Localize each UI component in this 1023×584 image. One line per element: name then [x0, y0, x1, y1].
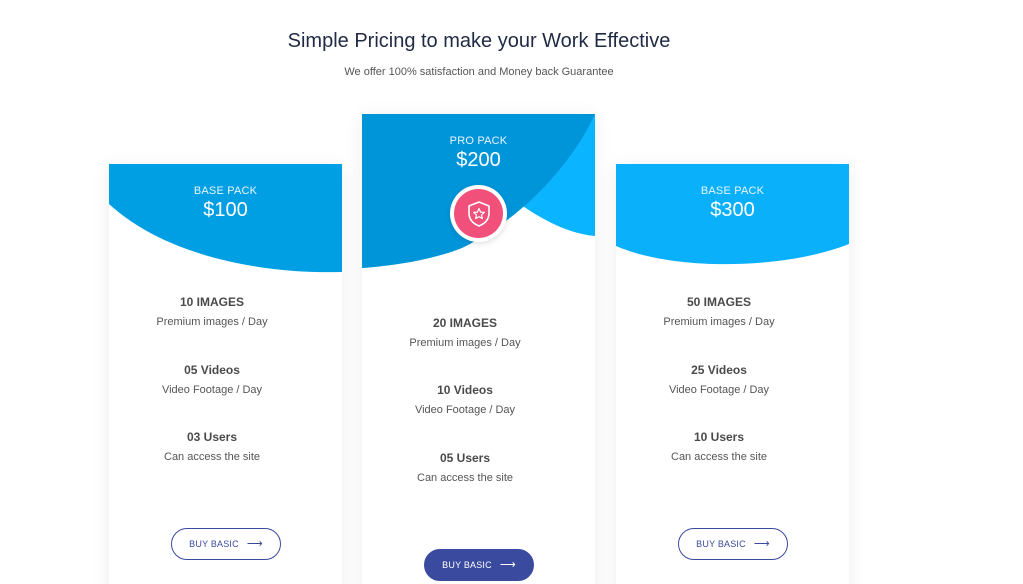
pricing-card-base-300: BASE PACK $300 50 IMAGES Premium images …: [616, 164, 849, 584]
feature-title: 10 Users: [693, 430, 745, 444]
plan-price: $200: [456, 149, 501, 171]
feature-title: 10 IMAGES: [179, 295, 245, 309]
shield-star-icon: [467, 200, 490, 227]
feature-images: 10 IMAGES Premium images / Day: [109, 295, 315, 328]
plan-price: $300: [710, 199, 755, 221]
feature-desc: Video Footage / Day: [668, 384, 770, 396]
feature-desc: Premium images / Day: [663, 316, 775, 328]
feature-images: 50 IMAGES Premium images / Day: [616, 295, 822, 328]
feature-videos: 05 Videos Video Footage / Day: [109, 363, 315, 396]
feature-desc: Premium images / Day: [156, 316, 268, 328]
plan-name: PRO PACK: [449, 135, 508, 147]
buy-button-label: BUY BASIC: [442, 560, 492, 570]
page-subtitle: We offer 100% satisfaction and Money bac…: [344, 66, 614, 78]
buy-basic-button[interactable]: BUY BASIC ⟶: [171, 528, 281, 560]
feature-title: 03 Users: [186, 430, 238, 444]
feature-desc: Can access the site: [417, 472, 513, 484]
feature-title: 10 Videos: [437, 383, 493, 397]
feature-desc: Can access the site: [164, 451, 260, 463]
arrow-right-icon: ⟶: [246, 537, 263, 550]
plan-name: BASE PACK: [193, 185, 258, 197]
page-title: Simple Pricing to make your Work Effecti…: [287, 30, 671, 52]
feature-title: 05 Users: [439, 451, 491, 465]
feature-desc: Video Footage / Day: [161, 384, 263, 396]
plan-badge: [450, 185, 507, 242]
buy-basic-button[interactable]: BUY BASIC ⟶: [678, 528, 788, 560]
feature-title: 25 Videos: [691, 363, 747, 377]
feature-desc: Can access the site: [671, 451, 767, 463]
badge-circle: [454, 189, 503, 238]
feature-videos: 25 Videos Video Footage / Day: [616, 363, 822, 396]
arrow-right-icon: ⟶: [499, 558, 516, 571]
feature-users: 05 Users Can access the site: [362, 451, 568, 484]
feature-title: 05 Videos: [184, 363, 240, 377]
feature-desc: Video Footage / Day: [414, 404, 516, 416]
arrow-right-icon: ⟶: [753, 537, 770, 550]
feature-title: 50 IMAGES: [686, 295, 752, 309]
feature-videos: 10 Videos Video Footage / Day: [362, 383, 568, 416]
buy-button-label: BUY BASIC: [696, 539, 746, 549]
plan-name: BASE PACK: [700, 185, 765, 197]
pricing-card-base-100: BASE PACK $100 10 IMAGES Premium images …: [109, 164, 342, 584]
feature-users: 10 Users Can access the site: [616, 430, 822, 463]
feature-images: 20 IMAGES Premium images / Day: [362, 316, 568, 349]
pricing-card-pro-200: PRO PACK $200 20 IMAGES Premium images /…: [362, 114, 595, 584]
feature-users: 03 Users Can access the site: [109, 430, 315, 463]
plan-price: $100: [203, 199, 248, 221]
buy-basic-button[interactable]: BUY BASIC ⟶: [424, 549, 534, 581]
buy-button-label: BUY BASIC: [189, 539, 239, 549]
feature-title: 20 IMAGES: [432, 316, 498, 330]
feature-desc: Premium images / Day: [409, 337, 521, 349]
